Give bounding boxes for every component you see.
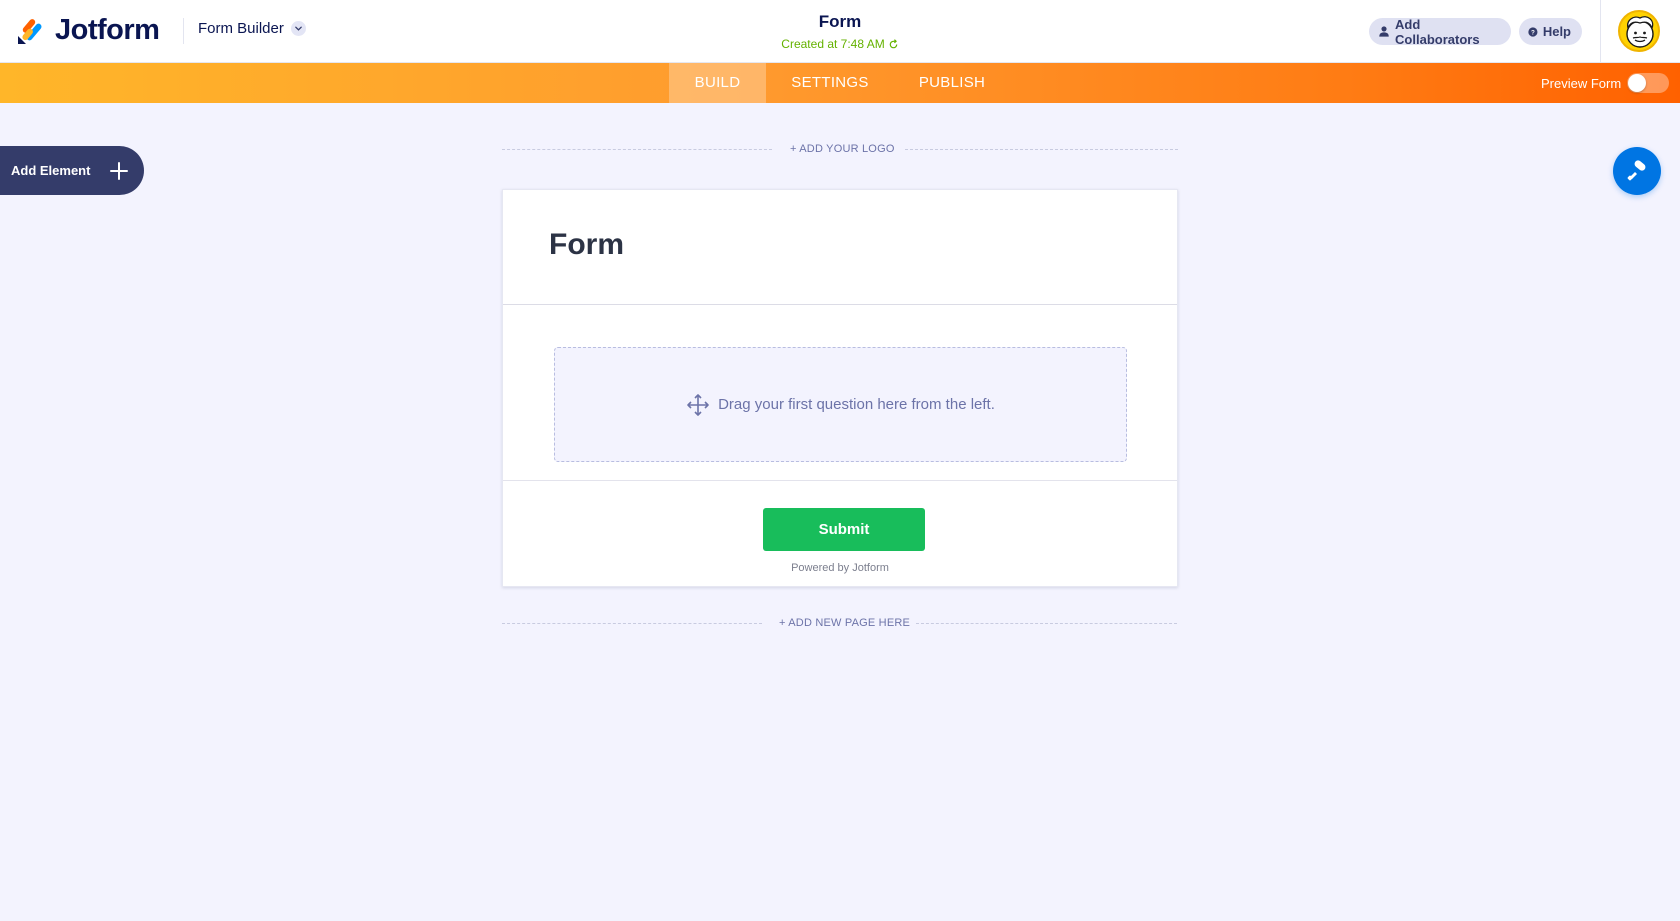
top-header: Jotform Form Builder Form Created at 7:4… [0, 0, 1680, 63]
add-element-label: Add Element [11, 163, 91, 178]
help-label: Help [1542, 24, 1571, 39]
builder-nav: BUILD SETTINGS PUBLISH Preview Form [0, 63, 1680, 103]
submit-divider [503, 480, 1177, 481]
form-title[interactable]: Form [740, 12, 940, 32]
add-element-button[interactable]: Add Element [0, 146, 144, 195]
plus-icon [110, 162, 128, 180]
user-avatar-icon [1626, 16, 1654, 48]
logo-guide-line-right [905, 149, 1178, 150]
tab-build[interactable]: BUILD [669, 63, 766, 103]
preview-form: Preview Form [1541, 73, 1670, 93]
product-switcher-label: Form Builder [198, 20, 284, 37]
add-collaborators-label: Add Collaborators [1395, 16, 1480, 47]
jotform-logo-icon [18, 18, 42, 44]
tab-publish[interactable]: PUBLISH [907, 63, 997, 103]
submit-button[interactable]: Submit [763, 508, 925, 551]
form-card: Form Drag your first question here from … [502, 189, 1178, 587]
avatar[interactable] [1618, 10, 1660, 52]
logo-guide-line-left [502, 149, 772, 150]
powered-by-text: Powered by Jotform [791, 562, 889, 574]
move-icon [687, 393, 709, 416]
help-button[interactable]: ? Help [1519, 18, 1582, 45]
help-icon: ? [1528, 26, 1538, 37]
form-title-area: Form Created at 7:48 AM [740, 12, 940, 53]
add-new-page-link[interactable]: + ADD NEW PAGE HERE [779, 617, 910, 629]
header-divider-right [1600, 0, 1601, 63]
product-switcher[interactable]: Form Builder [198, 20, 306, 37]
user-icon [1379, 26, 1389, 37]
header-divider [183, 18, 184, 44]
refresh-icon[interactable] [888, 38, 899, 50]
brand-name: Jotform [55, 14, 160, 46]
form-heading[interactable]: Form [549, 228, 624, 262]
question-dropzone[interactable]: Drag your first question here from the l… [554, 347, 1127, 462]
preview-form-label: Preview Form [1541, 75, 1622, 91]
tab-settings[interactable]: SETTINGS [775, 63, 885, 103]
dropzone-text: Drag your first question here from the l… [718, 396, 995, 413]
created-status: Created at 7:48 AM [781, 37, 898, 51]
toggle-knob [1628, 74, 1647, 92]
paint-roller-icon [1627, 160, 1646, 181]
page-guide-line-right [916, 623, 1177, 624]
add-logo-link[interactable]: + ADD YOUR LOGO [790, 143, 895, 155]
svg-text:?: ? [1531, 29, 1535, 36]
jotform-logo[interactable]: Jotform [17, 14, 160, 47]
add-collaborators-button[interactable]: Add Collaborators [1369, 16, 1511, 47]
preview-form-toggle[interactable] [1627, 73, 1670, 93]
heading-divider [503, 304, 1177, 305]
created-text: Created at 7:48 AM [781, 37, 885, 51]
page-guide-line-left [502, 623, 762, 624]
chevron-down-icon [290, 21, 306, 36]
form-designer-button[interactable] [1613, 147, 1661, 195]
